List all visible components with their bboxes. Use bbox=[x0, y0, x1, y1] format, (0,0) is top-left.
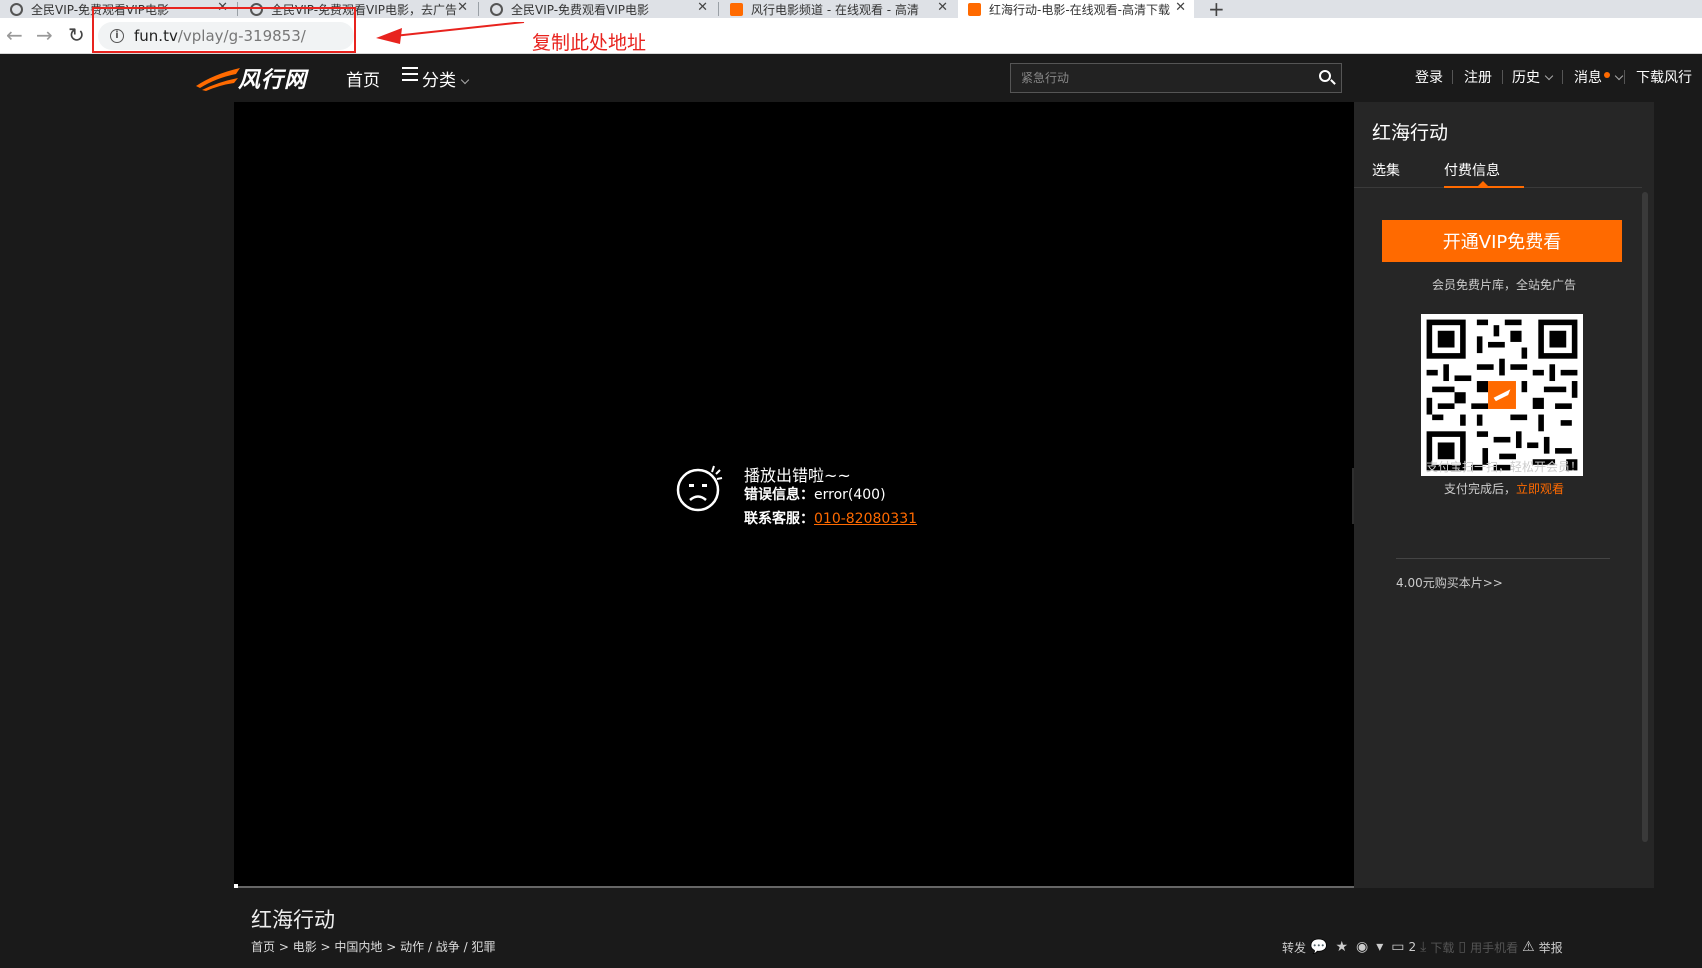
back-arrow-icon[interactable]: ← bbox=[6, 24, 23, 46]
video-player[interactable]: 播放出错啦~~ 错误信息：error(400) 联系客服：010-8208033… bbox=[234, 102, 1354, 888]
close-icon[interactable]: ✕ bbox=[697, 0, 708, 15]
open-vip-button[interactable]: 开通VIP免费看 bbox=[1382, 220, 1622, 262]
share-label: 转发 bbox=[1282, 940, 1307, 955]
tab-title: 风行电影频道 - 在线观看 - 高清 bbox=[751, 2, 919, 17]
qr-instruction: 支付宝扫一扫，轻松开会员！ bbox=[1425, 460, 1582, 474]
tab-active-indicator bbox=[1444, 186, 1524, 188]
warning-icon[interactable]: ⚠ bbox=[1522, 939, 1535, 955]
error-contact: 联系客服：010-82080331 bbox=[744, 511, 918, 527]
progress-handle[interactable] bbox=[234, 884, 238, 888]
qzone-star-icon[interactable]: ★ bbox=[1335, 939, 1348, 955]
search-icon[interactable] bbox=[1311, 64, 1341, 92]
report-link[interactable]: 举报 bbox=[1539, 939, 1563, 956]
divider bbox=[1396, 558, 1610, 559]
header-divider bbox=[1502, 70, 1503, 84]
close-icon[interactable]: ✕ bbox=[1175, 0, 1186, 15]
phone-icon[interactable]: ▯ bbox=[1458, 939, 1466, 955]
contact-phone-link[interactable]: 010-82080331 bbox=[814, 511, 917, 527]
globe-icon bbox=[490, 2, 503, 16]
player-error: 播放出错啦~~ 错误信息：error(400) 联系客服：010-8208033… bbox=[676, 462, 936, 532]
chevron-down-icon bbox=[460, 75, 470, 85]
logo-text: 风行网 bbox=[238, 68, 308, 93]
history-link[interactable]: 历史 bbox=[1512, 67, 1554, 87]
download-app-link[interactable]: 下载风行 bbox=[1636, 67, 1692, 87]
nav-home[interactable]: 首页 bbox=[346, 66, 380, 91]
watch-now-link[interactable]: 立即观看 bbox=[1516, 482, 1564, 496]
video-title: 红海行动 bbox=[251, 908, 335, 932]
funtv-favicon-icon bbox=[730, 2, 743, 16]
tab-title: 红海行动-电影-在线观看-高清下载 bbox=[989, 2, 1170, 17]
breadcrumb-genre-action[interactable]: 动作 bbox=[400, 940, 424, 954]
progress-bar[interactable] bbox=[234, 884, 1354, 888]
menu-icon[interactable] bbox=[402, 67, 418, 83]
vip-subtitle: 会员免费片库，全站免广告 bbox=[1431, 278, 1576, 292]
payment-qr-code bbox=[1421, 314, 1583, 476]
tab-divider bbox=[718, 2, 719, 16]
browser-tab[interactable]: 全民VIP-免费观看VIP电影 ✕ bbox=[480, 0, 716, 18]
tab-title: 全民VIP-免费观看VIP电影 bbox=[511, 2, 650, 17]
side-tabs: 选集 付费信息 bbox=[1354, 158, 1642, 188]
close-icon[interactable]: ✕ bbox=[937, 0, 948, 15]
logo-swoosh-icon bbox=[196, 68, 240, 91]
side-scrollbar[interactable] bbox=[1642, 192, 1648, 842]
header-divider bbox=[1562, 70, 1563, 84]
header-divider bbox=[1624, 70, 1625, 84]
login-link[interactable]: 登录 bbox=[1415, 67, 1443, 87]
notification-dot-icon bbox=[1604, 72, 1610, 78]
sad-face-icon bbox=[676, 465, 723, 512]
chevron-down-icon bbox=[1544, 71, 1554, 81]
forward-arrow-icon[interactable]: → bbox=[36, 24, 53, 46]
search-box bbox=[1010, 63, 1342, 93]
header-divider bbox=[1452, 70, 1453, 84]
side-title: 红海行动 bbox=[1372, 122, 1449, 144]
funtv-favicon-icon bbox=[968, 2, 981, 16]
nav-category[interactable]: 分类 bbox=[422, 66, 470, 91]
site-logo[interactable]: 风行网 bbox=[194, 62, 307, 94]
register-link[interactable]: 注册 bbox=[1464, 67, 1492, 87]
error-title: 播放出错啦~~ bbox=[744, 466, 851, 485]
weibo-icon[interactable]: ◉ bbox=[1356, 939, 1368, 955]
download-icon[interactable]: ⤓ bbox=[1420, 939, 1426, 955]
messages-link[interactable]: 消息 bbox=[1574, 67, 1624, 87]
close-icon[interactable]: ✕ bbox=[457, 0, 468, 15]
chevron-down-icon bbox=[1614, 71, 1624, 81]
reload-icon[interactable]: ↻ bbox=[68, 24, 85, 46]
browser-tab-active[interactable]: 红海行动-电影-在线观看-高清下载 ✕ bbox=[958, 0, 1194, 18]
browser-tab[interactable]: 风行电影频道 - 在线观看 - 高清 ✕ bbox=[720, 0, 956, 18]
breadcrumb-genre-war[interactable]: 战争 bbox=[436, 940, 460, 954]
qr-instruction-2: 支付完成后，立即观看 bbox=[1443, 482, 1565, 496]
breadcrumb-region[interactable]: 中国内地 bbox=[334, 940, 382, 954]
breadcrumb: 首页 > 电影 > 中国内地 > 动作 / 战争 / 犯罪 bbox=[251, 940, 496, 954]
site-header: 风行网 首页 分类 登录 注册 历史 消息 下载风行 bbox=[0, 54, 1702, 102]
tab-payment-info[interactable]: 付费信息 bbox=[1444, 160, 1500, 180]
wechat-icon[interactable]: 💬 bbox=[1310, 939, 1327, 955]
phone-watch-link[interactable]: 用手机看 bbox=[1470, 939, 1518, 956]
breadcrumb-home[interactable]: 首页 bbox=[251, 940, 275, 954]
buy-film-link[interactable]: 4.00元购买本片>> bbox=[1396, 574, 1503, 591]
error-info: 错误信息：error(400) bbox=[744, 487, 886, 503]
download-link[interactable]: 下载 bbox=[1430, 939, 1454, 956]
comment-count[interactable]: 2 bbox=[1409, 940, 1417, 954]
globe-icon bbox=[10, 2, 23, 16]
annotation-label: 复制此处地址 bbox=[532, 32, 647, 54]
annotation-arrow-icon bbox=[376, 22, 525, 44]
more-share-chevron-icon[interactable]: ▾ bbox=[1376, 939, 1383, 955]
comment-icon[interactable]: ▭ bbox=[1391, 939, 1404, 955]
action-bar: 转发 💬 ★ ◉ ▾ ▭ 2 ⤓ 下载 ▯ 用手机看 ⚠ 举报 bbox=[1282, 938, 1563, 956]
side-panel: 红海行动 选集 付费信息 开通VIP免费看 会员免费片库，全站免广告 支付宝扫一… bbox=[1354, 102, 1654, 888]
search-input[interactable] bbox=[1011, 71, 1311, 85]
tab-divider bbox=[478, 2, 479, 16]
breadcrumb-genre-crime[interactable]: 犯罪 bbox=[471, 940, 495, 954]
breadcrumb-movies[interactable]: 电影 bbox=[293, 940, 317, 954]
annotation-highlight-box bbox=[92, 7, 356, 53]
tab-episodes[interactable]: 选集 bbox=[1372, 160, 1400, 180]
